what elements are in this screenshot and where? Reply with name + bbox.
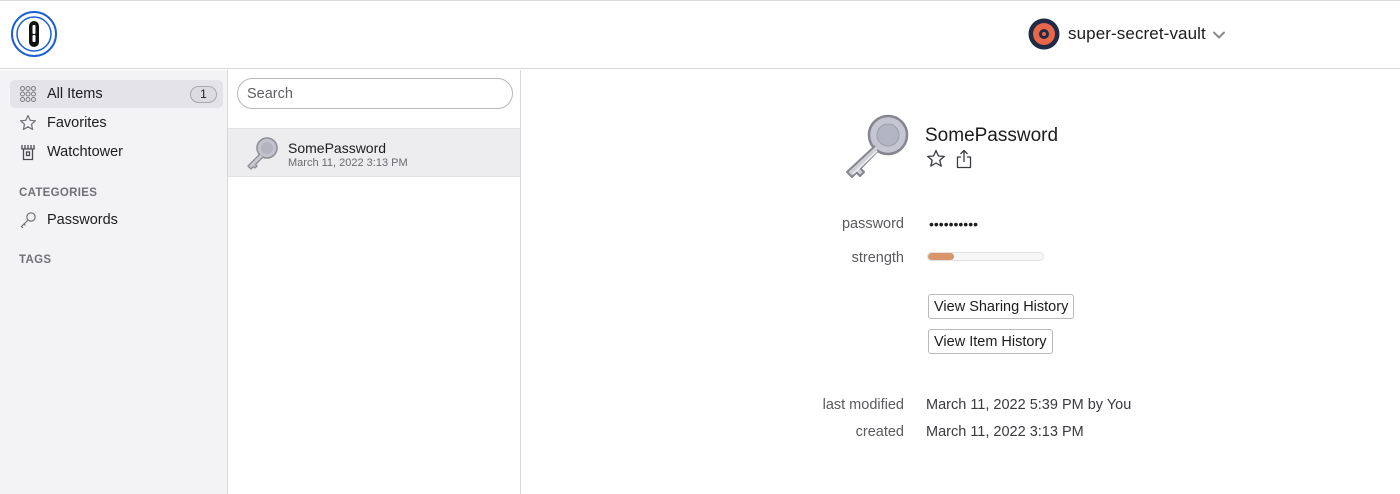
sidebar-item-label: Passwords (47, 212, 118, 228)
chevron-down-icon (1212, 28, 1226, 42)
last-modified-value: March 11, 2022 5:39 PM by You (926, 397, 1132, 413)
sidebar-item-all-items[interactable]: All Items 1 (10, 80, 223, 108)
vault-avatar-icon (1028, 18, 1060, 50)
last-modified-label: last modified (822, 397, 904, 413)
strength-label: strength (851, 250, 904, 266)
key-icon (18, 210, 38, 230)
list-item-date: March 11, 2022 3:13 PM (288, 157, 408, 169)
key-icon (841, 114, 913, 180)
sidebar-item-watchtower[interactable]: Watchtower (10, 138, 223, 166)
share-icon[interactable] (954, 149, 974, 169)
vault-name: super-secret-vault (1068, 24, 1206, 43)
item-detail-panel: SomePassword password •••••••••• strengt… (522, 70, 1400, 494)
view-item-history-button[interactable]: View Item History (928, 329, 1053, 354)
strength-meter (927, 252, 1044, 261)
item-actions (926, 149, 974, 169)
watchtower-icon (18, 142, 38, 162)
vault-switcher[interactable]: super-secret-vault (1028, 17, 1226, 51)
sidebar-item-label: All Items (47, 86, 103, 102)
top-bar: super-secret-vault (0, 0, 1400, 69)
star-icon (18, 113, 38, 133)
star-outline-icon[interactable] (926, 149, 946, 169)
all-items-icon (18, 84, 38, 104)
created-label: created (855, 424, 904, 440)
sidebar-item-passwords[interactable]: Passwords (10, 206, 223, 234)
list-item[interactable]: SomePassword March 11, 2022 3:13 PM (228, 128, 520, 177)
categories-heading: CATEGORIES (19, 187, 98, 199)
tags-heading: TAGS (19, 254, 52, 266)
sidebar-item-label: Favorites (47, 115, 107, 131)
search-input[interactable] (237, 78, 513, 109)
created-value: March 11, 2022 3:13 PM (926, 424, 1084, 440)
onepassword-logo-icon[interactable] (11, 11, 57, 57)
view-sharing-history-button[interactable]: View Sharing History (928, 294, 1075, 319)
sidebar: All Items 1 Favorites Watchtower CATEGOR… (0, 70, 228, 494)
sidebar-item-favorites[interactable]: Favorites (10, 109, 223, 137)
password-label: password (841, 216, 904, 232)
item-title: SomePassword (925, 125, 1059, 146)
key-icon (244, 136, 279, 171)
sidebar-item-label: Watchtower (47, 144, 124, 160)
strength-meter-fill (928, 253, 955, 260)
list-item-title: SomePassword (288, 140, 387, 156)
item-list-panel: SomePassword March 11, 2022 3:13 PM (228, 70, 521, 494)
password-value[interactable]: •••••••••• (929, 216, 978, 232)
item-count-badge: 1 (190, 86, 217, 103)
